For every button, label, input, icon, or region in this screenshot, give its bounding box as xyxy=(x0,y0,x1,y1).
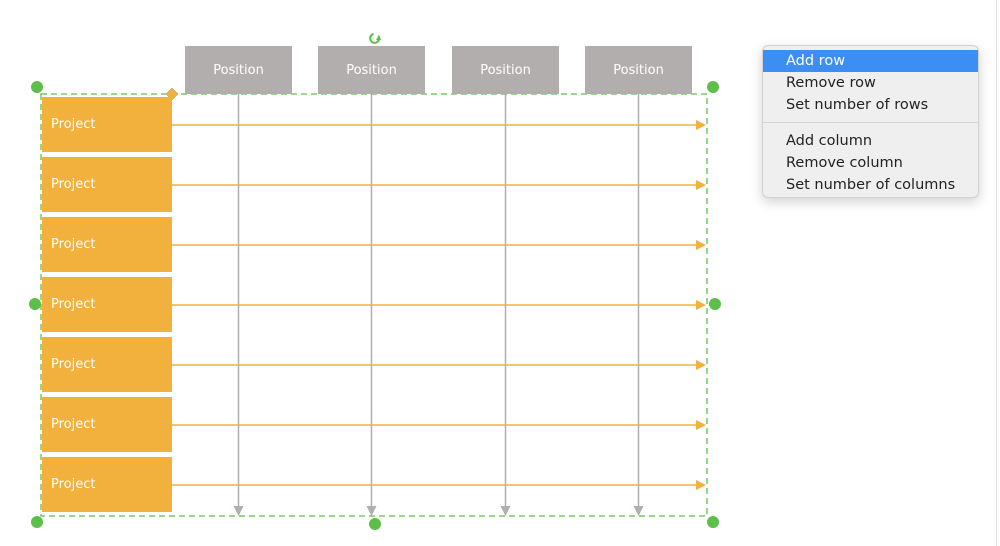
row-header-label: Project xyxy=(51,357,96,372)
rotate-arrowhead-icon xyxy=(376,35,381,40)
column-arrowhead-icon xyxy=(633,506,644,516)
column-header-3[interactable]: Position xyxy=(452,46,559,94)
context-menu: Add row Remove row Set number of rows Add c… xyxy=(762,45,979,198)
menu-item-set-number-of-rows[interactable]: Set number of rows xyxy=(763,94,978,116)
row-header-label: Project xyxy=(51,417,96,432)
column-arrowhead-icon xyxy=(500,506,511,516)
row-header-label: Project xyxy=(51,237,96,252)
row-header-2[interactable]: Project xyxy=(42,157,172,212)
row-header-6[interactable]: Project xyxy=(42,397,172,452)
column-header-label: Position xyxy=(213,62,264,78)
handle-middle-left[interactable] xyxy=(29,298,41,310)
panel-divider xyxy=(996,0,997,546)
row-header-label: Project xyxy=(51,477,96,492)
column-header-2[interactable]: Position xyxy=(318,46,425,94)
row-header-label: Project xyxy=(51,177,96,192)
menu-item-set-number-of-columns[interactable]: Set number of columns xyxy=(763,174,978,196)
row-header-7[interactable]: Project xyxy=(42,457,172,512)
column-arrowhead-icon xyxy=(366,506,377,516)
column-header-label: Position xyxy=(613,62,664,78)
handle-top-right[interactable] xyxy=(707,81,719,93)
row-arrowhead-icon xyxy=(696,420,706,430)
row-header-label: Project xyxy=(51,297,96,312)
menu-item-remove-column[interactable]: Remove column xyxy=(763,152,978,174)
row-header-5[interactable]: Project xyxy=(42,337,172,392)
handle-bottom-right[interactable] xyxy=(707,516,719,528)
handle-bottom-left[interactable] xyxy=(31,516,43,528)
column-header-label: Position xyxy=(346,62,397,78)
row-arrowhead-icon xyxy=(696,180,706,190)
row-header-1[interactable]: Project xyxy=(42,97,172,152)
row-arrowhead-icon xyxy=(696,240,706,250)
row-arrowhead-icon xyxy=(696,360,706,370)
column-header-label: Position xyxy=(480,62,531,78)
handle-middle-right[interactable] xyxy=(709,298,721,310)
row-header-4[interactable]: Project xyxy=(42,277,172,332)
menu-separator xyxy=(763,122,978,123)
row-arrowhead-icon xyxy=(696,480,706,490)
row-arrowhead-icon xyxy=(696,300,706,310)
column-header-1[interactable]: Position xyxy=(185,46,292,94)
menu-item-remove-row[interactable]: Remove row xyxy=(763,72,978,94)
row-arrows xyxy=(172,120,706,490)
menu-item-add-row[interactable]: Add row xyxy=(763,50,978,72)
row-header-label: Project xyxy=(51,117,96,132)
column-header-4[interactable]: Position xyxy=(585,46,692,94)
column-arrowhead-icon xyxy=(233,506,244,516)
handle-bottom-middle[interactable] xyxy=(369,518,381,530)
handle-top-left[interactable] xyxy=(31,81,43,93)
menu-item-add-column[interactable]: Add column xyxy=(763,130,978,152)
row-header-3[interactable]: Project xyxy=(42,217,172,272)
row-arrowhead-icon xyxy=(696,120,706,130)
